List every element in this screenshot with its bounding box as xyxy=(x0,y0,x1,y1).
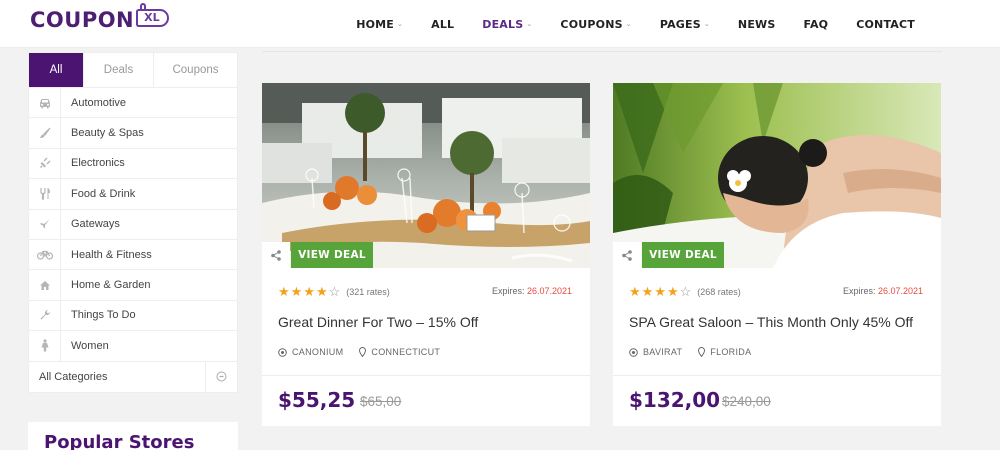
star-icon: ★ xyxy=(278,284,290,299)
deal-price: $132,00 xyxy=(629,388,721,412)
category-label: Automotive xyxy=(71,96,127,109)
brush-icon xyxy=(29,118,61,148)
wrench-icon xyxy=(29,300,61,331)
deal-meta: CANONIUM CONNECTICUT xyxy=(278,347,456,357)
old-price: $65,00 xyxy=(360,394,402,409)
category-label: Beauty & Spas xyxy=(71,127,144,140)
category-sidebar: All Deals Coupons Automotive Beauty & Sp… xyxy=(28,52,238,393)
deal-image-dinner[interactable] xyxy=(262,83,590,268)
content-top-border xyxy=(262,48,942,52)
category-label: Food & Drink xyxy=(71,187,136,200)
category-health-fitness[interactable]: Health & Fitness xyxy=(29,239,237,271)
share-icon[interactable] xyxy=(613,242,641,268)
star-rating: ★ ★ ★ ★ ☆ (268 rates) xyxy=(629,285,741,298)
deal-meta: BAVIRAT FLORIDA xyxy=(629,347,767,357)
view-deal-button[interactable]: VIEW DEAL xyxy=(291,242,373,268)
nav-pages[interactable]: PAGES ⌄ xyxy=(660,18,710,31)
nav-all[interactable]: ALL xyxy=(431,18,454,31)
deal-price: $55,25 xyxy=(278,388,356,412)
category-automotive[interactable]: Automotive xyxy=(29,88,237,119)
location-name: CONNECTICUT xyxy=(371,347,441,357)
female-icon xyxy=(29,331,61,361)
expires-date: 26.07.2021 xyxy=(526,286,572,296)
nav-contact[interactable]: CONTACT xyxy=(856,18,915,31)
divider xyxy=(613,375,941,376)
popular-stores-title: Popular Stores xyxy=(44,432,195,450)
tab-coupons[interactable]: Coupons xyxy=(153,53,237,87)
star-icon: ★ xyxy=(629,284,641,299)
share-icon[interactable] xyxy=(262,242,290,268)
tab-deals[interactable]: Deals xyxy=(83,53,153,87)
category-tabs: All Deals Coupons xyxy=(29,53,237,88)
star-icon: ★ xyxy=(641,284,654,299)
old-price: $240,00 xyxy=(722,394,771,409)
category-label: Women xyxy=(71,339,109,352)
star-icon: ★ xyxy=(654,284,666,299)
main-nav: HOME ⌄ ALL DEALS ⌄ COUPONS ⌄ PAGES ⌄ NEWS FA… xyxy=(328,0,915,48)
popular-stores-widget: Popular Stores xyxy=(28,422,238,450)
category-label: Health & Fitness xyxy=(71,248,152,261)
star-empty-icon: ☆ xyxy=(328,284,341,299)
car-icon xyxy=(29,88,61,118)
category-label: Things To Do xyxy=(71,309,136,322)
store-name[interactable]: CANONIUM xyxy=(292,347,343,357)
deal-title[interactable]: SPA Great Saloon – This Month Only 45% O… xyxy=(629,314,913,330)
rates-count: (268 rates) xyxy=(697,286,741,297)
site-header: COUPON XL HOME ⌄ ALL DEALS ⌄ COUPONS ⌄ PAGE… xyxy=(0,0,1000,48)
star-icon: ★ xyxy=(666,284,679,299)
expires-text: Expires: 26.07.2021 xyxy=(491,286,572,296)
category-women[interactable]: Women xyxy=(29,331,237,362)
deal-title[interactable]: Great Dinner For Two – 15% Off xyxy=(278,314,478,330)
category-gateways[interactable]: Gateways xyxy=(29,209,237,240)
star-icon: ★ xyxy=(290,284,303,299)
deal-image-spa[interactable] xyxy=(613,83,941,268)
divider xyxy=(262,375,590,376)
expires-text: Expires: 26.07.2021 xyxy=(842,286,923,296)
map-pin-icon xyxy=(359,347,367,357)
category-home-garden[interactable]: Home & Garden xyxy=(29,270,237,301)
logo-tag: XL xyxy=(136,3,169,27)
category-label: Electronics xyxy=(71,157,125,170)
location-name: FLORIDA xyxy=(710,347,752,357)
plug-icon xyxy=(29,148,61,179)
nav-coupons[interactable]: COUPONS ⌄ xyxy=(560,18,631,31)
target-icon xyxy=(629,347,638,357)
tab-all[interactable]: All xyxy=(29,53,83,87)
cutlery-icon xyxy=(29,179,61,209)
nav-news[interactable]: NEWS xyxy=(738,18,776,31)
store-name[interactable]: BAVIRAT xyxy=(643,347,682,357)
deal-card: VIEW DEAL ★ ★ ★ ★ ☆ (321 rates) Expires: 26.… xyxy=(262,83,590,426)
view-deal-button[interactable]: VIEW DEAL xyxy=(642,242,724,268)
plane-icon xyxy=(29,209,61,239)
chevron-down-icon: ⌄ xyxy=(397,20,404,28)
star-empty-icon: ☆ xyxy=(679,284,692,299)
deal-card: VIEW DEAL ★ ★ ★ ★ ☆ (268 rates) Expires: 26.… xyxy=(613,83,941,426)
nav-deals[interactable]: DEALS ⌄ xyxy=(482,18,532,31)
target-icon xyxy=(278,347,287,357)
expand-circle-icon[interactable] xyxy=(205,361,237,392)
rates-count: (321 rates) xyxy=(346,286,390,297)
category-things-to-do[interactable]: Things To Do xyxy=(29,300,237,332)
home-icon xyxy=(29,270,61,300)
chevron-down-icon: ⌄ xyxy=(703,20,710,28)
chevron-down-icon: ⌄ xyxy=(526,20,533,28)
nav-home[interactable]: HOME ⌄ xyxy=(356,18,403,31)
expires-date: 26.07.2021 xyxy=(877,286,923,296)
all-categories-label: All Categories xyxy=(39,370,108,383)
star-rating: ★ ★ ★ ★ ☆ (321 rates) xyxy=(278,285,390,298)
map-pin-icon xyxy=(698,347,706,357)
nav-faq[interactable]: FAQ xyxy=(804,18,829,31)
all-categories[interactable]: All Categories xyxy=(29,361,237,392)
logo-text: COUPON xyxy=(30,8,135,32)
logo[interactable]: COUPON XL xyxy=(30,3,169,32)
category-label: Home & Garden xyxy=(71,279,151,292)
star-icon: ★ xyxy=(303,284,315,299)
chevron-down-icon: ⌄ xyxy=(625,20,632,28)
star-icon: ★ xyxy=(315,284,328,299)
category-electronics[interactable]: Electronics xyxy=(29,148,237,180)
category-beauty-spas[interactable]: Beauty & Spas xyxy=(29,118,237,149)
category-label: Gateways xyxy=(71,218,120,231)
category-food-drink[interactable]: Food & Drink xyxy=(29,179,237,210)
bicycle-icon xyxy=(29,239,61,270)
